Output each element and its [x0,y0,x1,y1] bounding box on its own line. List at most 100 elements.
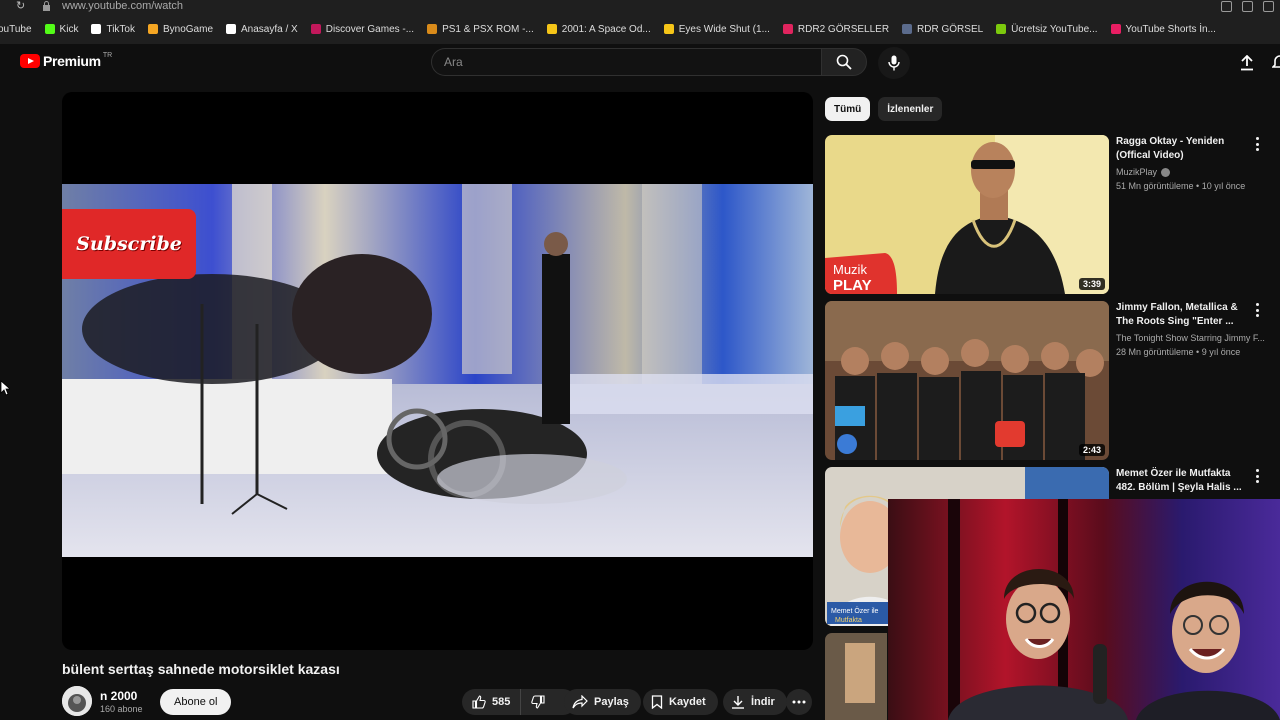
voice-search-button[interactable] [878,47,910,79]
channel-label: MuzikPlay [1116,167,1158,177]
bookmark-item[interactable]: RDR GÖRSEL [902,24,983,35]
chip-watched[interactable]: İzlenenler [878,97,943,121]
bookmark-item[interactable]: BynoGame [147,24,213,35]
share-button[interactable]: Paylaş [564,689,641,715]
profile-icon[interactable] [1263,1,1274,12]
webcam-overlay [888,499,1280,720]
thumbs-up-icon [472,695,486,709]
bookmark-item[interactable]: Anasayfa / X [226,24,298,35]
bookmark-item[interactable]: TikTok [91,24,135,35]
recommendation-thumbnail[interactable]: 2:43 [825,301,1109,460]
recommendation-thumbnail-partial[interactable] [825,633,887,720]
bookmark-label: Ücretsiz YouTube... [1011,23,1098,35]
bookmark-favicon-icon [310,24,321,34]
bookmark-youtube[interactable]: ouTube [0,24,32,35]
youtube-premium-logo[interactable]: Premium TR [20,51,113,69]
recommendation-meta: 28 Mn görüntüleme • 9 yıl önce [1116,347,1241,357]
recommendation-title[interactable]: Ragga Oktay - Yeniden (Offical Video) [1116,135,1248,163]
recommendation-filter-chips: Tümü İzlenenler [825,97,943,121]
youtube-play-icon [20,54,40,68]
thumbnail-image: Muzik PLAY [825,135,1109,294]
recommendation-channel[interactable]: The Tonight Show Starring Jimmy F... [1116,333,1265,343]
more-vertical-icon[interactable] [1253,137,1261,151]
more-vertical-icon[interactable] [1253,303,1261,317]
upload-icon [1241,55,1253,71]
bookmark-icon [651,695,663,709]
recommendation-channel[interactable]: MuzikPlay [1116,167,1171,177]
download-button[interactable]: İndir [723,689,787,715]
like-button[interactable]: 585 [462,689,522,715]
logo-country-badge: TR [102,51,113,59]
bookmark-item[interactable]: PS1 & PSX ROM -... [427,24,534,35]
bookmark-label: PS1 & PSX ROM -... [442,23,534,35]
bookmark-favicon-icon [996,24,1007,34]
bookmark-item[interactable]: 2001: A Space Od... [546,24,651,35]
duration-badge: 3:39 [1078,278,1105,290]
pin-icon[interactable] [1221,1,1232,12]
recommendation-title[interactable]: Memet Özer ile Mutfakta 482. Bölüm | Şey… [1116,467,1248,495]
svg-text:Memet Özer ile: Memet Özer ile [831,607,879,615]
svg-text:PLAY: PLAY [833,277,872,294]
upload-button[interactable] [1236,52,1258,74]
channel-avatar[interactable] [62,686,92,716]
more-horizontal-icon [792,700,806,704]
bookmark-item[interactable]: Ücretsiz YouTube... [996,23,1098,35]
search-input[interactable] [432,49,816,75]
video-player[interactable]: Subscribe [62,92,813,650]
bookmark-label: Eyes Wide Shut (1... [678,23,770,35]
thumbs-down-icon [531,695,545,709]
recommendation-item[interactable]: 2:43 Jimmy Fallon, Metallica & The Roots… [825,301,1270,460]
thumbnail-image [825,301,1109,460]
download-icon [732,696,744,709]
browser-window-controls [1221,1,1274,12]
recommendation-thumbnail[interactable]: Muzik PLAY 3:39 [825,135,1109,294]
verified-icon [1161,167,1171,177]
bookmark-item[interactable]: Eyes Wide Shut (1... [663,23,770,35]
bookmark-favicon-icon [147,24,158,34]
microphone-icon [888,55,900,71]
reload-icon[interactable]: ↻ [16,0,25,12]
search-icon [836,54,852,70]
chip-all[interactable]: Tümü [825,97,871,121]
download-label: İndir [751,696,775,708]
share-icon [572,695,588,709]
bookmark-favicon-icon [782,24,793,34]
url-text[interactable]: www.youtube.com/watch [62,0,183,12]
search-box [431,48,821,76]
window-icon[interactable] [1242,1,1253,12]
bookmark-item[interactable]: RDR2 GÖRSELLER [782,23,890,35]
bookmark-item[interactable]: Discover Games -... [310,24,414,35]
channel-name[interactable]: n 2000 [100,689,137,703]
lock-icon [43,1,50,11]
notifications-icon[interactable] [1272,54,1280,70]
bookmark-label: YouTube Shorts İn... [1125,23,1216,35]
video-title: bülent serttaş sahnede motorsiklet kazas… [62,661,340,677]
save-button[interactable]: Kaydet [643,689,718,715]
bookmark-item[interactable]: YouTube Shorts İn... [1110,23,1216,35]
bookmarks-bar: ouTube Kick TikTok BynoGame Anasayfa / X Dis… [0,14,1280,44]
bookmark-favicon-icon [1110,24,1121,34]
duration-badge: 2:43 [1078,444,1105,456]
subscribe-button[interactable]: Abone ol [160,689,232,715]
avatar-image [62,686,92,716]
bookmark-label: Kick [59,23,79,35]
bookmark-item[interactable]: Kick [44,23,79,35]
bookmark-label: TikTok [106,23,135,35]
more-vertical-icon[interactable] [1253,469,1261,483]
svg-text:Mutfakta: Mutfakta [835,617,862,624]
bookmark-label: Anasayfa / X [241,23,298,35]
bookmark-label: RDR2 GÖRSELLER [797,23,890,35]
recommendation-title[interactable]: Jimmy Fallon, Metallica & The Roots Sing… [1116,301,1248,329]
recommendation-item[interactable]: Muzik PLAY 3:39 Ragga Oktay - Yeniden (O… [825,135,1270,294]
save-label: Kaydet [669,696,706,708]
dislike-button[interactable] [521,695,555,709]
channel-action-row: n 2000 160 abone Abone ol 585 Paylaş Kay… [62,686,813,718]
more-actions-button[interactable] [786,689,812,715]
search-button[interactable] [821,48,867,76]
share-label: Paylaş [594,696,629,708]
svg-text:Muzik: Muzik [833,262,867,277]
bookmark-favicon-icon [902,24,913,34]
recommendation-meta: 51 Mn görüntüleme • 10 yıl önce [1116,181,1246,191]
subscribe-overlay: Subscribe [62,209,196,279]
like-count: 585 [492,696,511,708]
